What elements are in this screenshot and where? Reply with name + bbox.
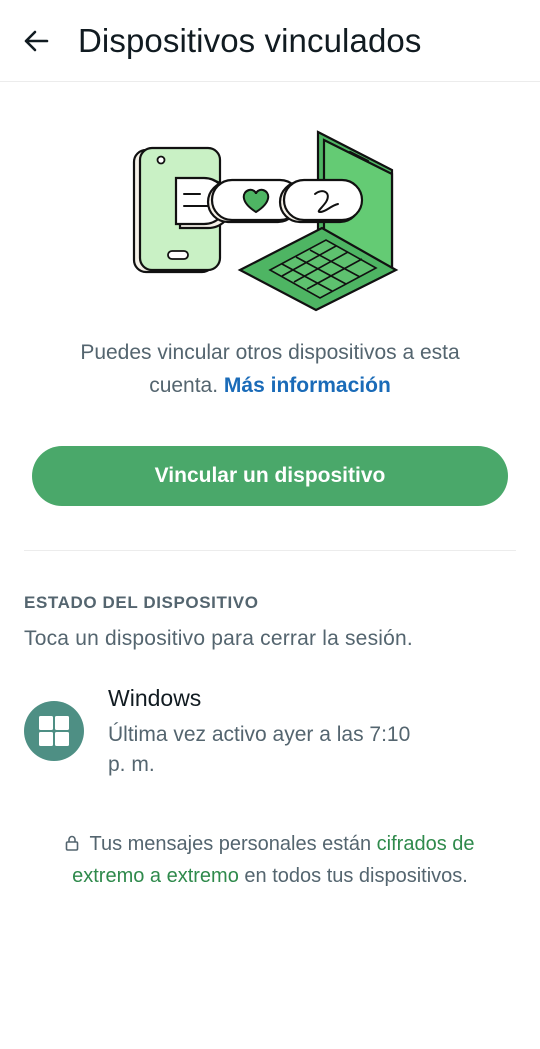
back-button[interactable] bbox=[0, 0, 72, 82]
divider bbox=[24, 550, 516, 551]
windows-icon bbox=[24, 701, 84, 761]
lock-icon bbox=[66, 835, 79, 851]
more-info-link[interactable]: Más información bbox=[224, 374, 391, 397]
page-title: Dispositivos vinculados bbox=[78, 21, 422, 59]
back-arrow-icon bbox=[24, 30, 49, 51]
device-name: Windows bbox=[108, 685, 202, 711]
device-item-windows[interactable]: Windows Última vez activo ayer a las 7:1… bbox=[24, 685, 516, 780]
encryption-note: Tus mensajes personales están cifrados d… bbox=[50, 828, 490, 892]
device-status-header: ESTADO DEL DISPOSITIVO bbox=[24, 593, 259, 612]
encryption-note-suffix: en todos tus dispositivos. bbox=[244, 865, 468, 887]
link-device-button[interactable]: Vincular un dispositivo bbox=[32, 446, 508, 506]
device-status-subtitle: Toca un dispositivo para cerrar la sesió… bbox=[24, 627, 413, 650]
app-bar: Dispositivos vinculados bbox=[0, 0, 540, 82]
device-last-active: Última vez activo ayer a las 7:10 p. m. bbox=[108, 723, 411, 776]
encryption-note-prefix: Tus mensajes personales están bbox=[89, 833, 372, 855]
intro-text: Puedes vincular otros dispositivos a est… bbox=[60, 336, 480, 402]
linked-devices-illustration bbox=[0, 130, 540, 314]
